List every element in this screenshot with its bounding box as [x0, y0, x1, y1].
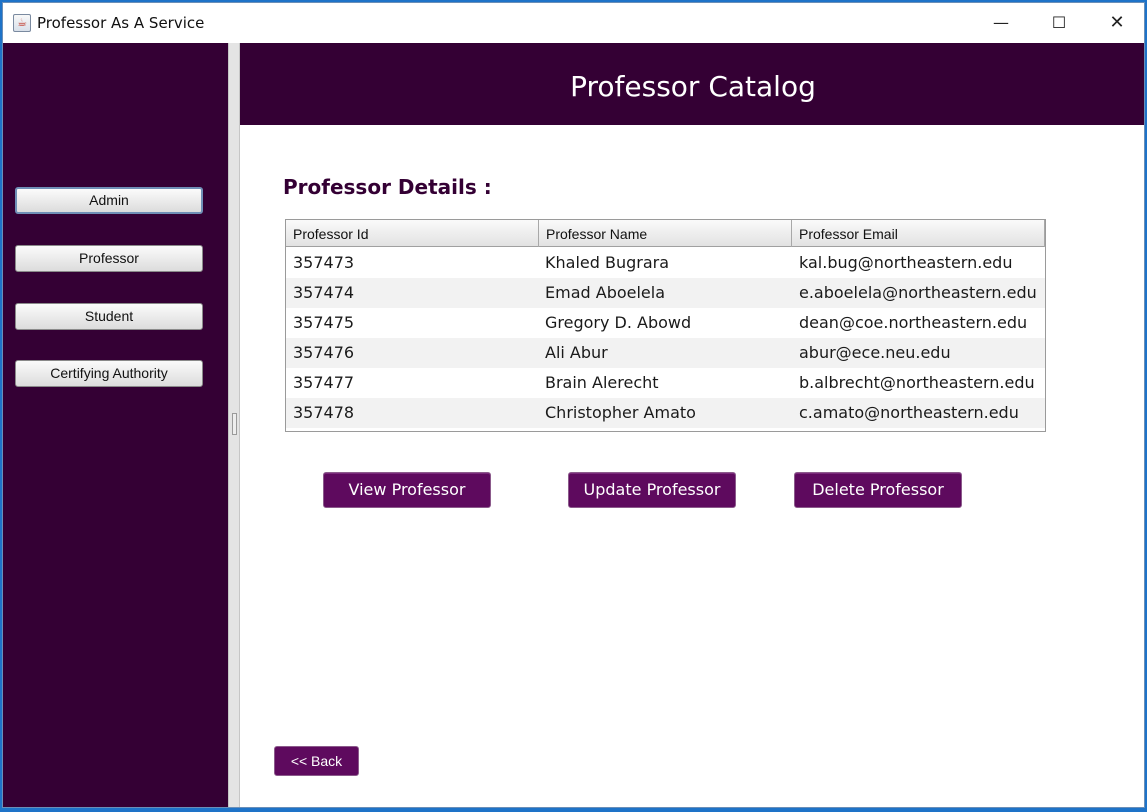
- sidebar-button-professor[interactable]: Professor: [15, 245, 203, 272]
- table-header: Professor Id Professor Name Professor Em…: [286, 220, 1045, 247]
- split-pane-divider[interactable]: [228, 43, 240, 807]
- close-button[interactable]: ✕: [1088, 3, 1144, 43]
- table-row[interactable]: 357476 Ali Abur abur@ece.neu.edu: [286, 338, 1045, 368]
- table-row[interactable]: 357474 Emad Aboelela e.aboelela@northeas…: [286, 278, 1045, 308]
- cell-professor-name: Emad Aboelela: [545, 283, 666, 302]
- cell-professor-name: Gregory D. Abowd: [545, 313, 692, 332]
- cell-professor-email: e.aboelela@northeastern.edu: [799, 283, 1037, 302]
- cell-professor-id: 357475: [293, 313, 355, 332]
- cell-professor-email: c.amato@northeastern.edu: [799, 403, 1019, 422]
- section-label: Professor Details :: [283, 175, 492, 199]
- cell-professor-name: Christopher Amato: [545, 403, 696, 422]
- update-professor-button[interactable]: Update Professor: [568, 472, 736, 508]
- table-row[interactable]: 357475 Gregory D. Abowd dean@coe.northea…: [286, 308, 1045, 338]
- java-cup-icon: ☕: [13, 14, 31, 32]
- cell-professor-name: Ali Abur: [545, 343, 608, 362]
- sidebar-button-admin[interactable]: Admin: [15, 187, 203, 214]
- column-header-id[interactable]: Professor Id: [286, 220, 539, 247]
- sidebar-button-certifying-authority[interactable]: Certifying Authority: [15, 360, 203, 387]
- sidebar-button-student[interactable]: Student: [15, 303, 203, 330]
- header-banner: Professor Catalog: [240, 43, 1144, 125]
- cell-professor-name: Brain Alerecht: [545, 373, 659, 392]
- cell-professor-email: abur@ece.neu.edu: [799, 343, 951, 362]
- cell-professor-id: 357476: [293, 343, 355, 362]
- cell-professor-name: Khaled Bugrara: [545, 253, 670, 272]
- delete-professor-button[interactable]: Delete Professor: [794, 472, 962, 508]
- title-bar[interactable]: ☕ Professor As A Service — ☐ ✕: [3, 3, 1144, 43]
- table-row[interactable]: 357473 Khaled Bugrara kal.bug@northeaste…: [286, 248, 1045, 278]
- divider-grip-icon[interactable]: [232, 413, 237, 435]
- table-row[interactable]: 357478 Christopher Amato c.amato@northea…: [286, 398, 1045, 428]
- cell-professor-id: 357478: [293, 403, 355, 422]
- page-title: Professor Catalog: [570, 70, 816, 103]
- column-header-email[interactable]: Professor Email: [792, 220, 1045, 247]
- cell-professor-id: 357474: [293, 283, 355, 302]
- cell-professor-email: kal.bug@northeastern.edu: [799, 253, 1013, 272]
- cell-professor-email: b.albrecht@northeastern.edu: [799, 373, 1035, 392]
- cell-professor-email: dean@coe.northeastern.edu: [799, 313, 1028, 332]
- cell-professor-id: 357477: [293, 373, 355, 392]
- minimize-button[interactable]: —: [972, 3, 1030, 43]
- cell-professor-id: 357473: [293, 253, 355, 272]
- column-header-name[interactable]: Professor Name: [539, 220, 792, 247]
- sidebar: Admin Professor Student Certifying Autho…: [3, 43, 228, 807]
- maximize-button[interactable]: ☐: [1030, 3, 1088, 43]
- window-title: Professor As A Service: [37, 14, 205, 32]
- back-button[interactable]: << Back: [274, 746, 359, 776]
- view-professor-button[interactable]: View Professor: [323, 472, 491, 508]
- app-window: ☕ Professor As A Service — ☐ ✕ Admin Pro…: [2, 2, 1145, 808]
- professor-table[interactable]: Professor Id Professor Name Professor Em…: [285, 219, 1046, 432]
- table-row[interactable]: 357477 Brain Alerecht b.albrecht@northea…: [286, 368, 1045, 398]
